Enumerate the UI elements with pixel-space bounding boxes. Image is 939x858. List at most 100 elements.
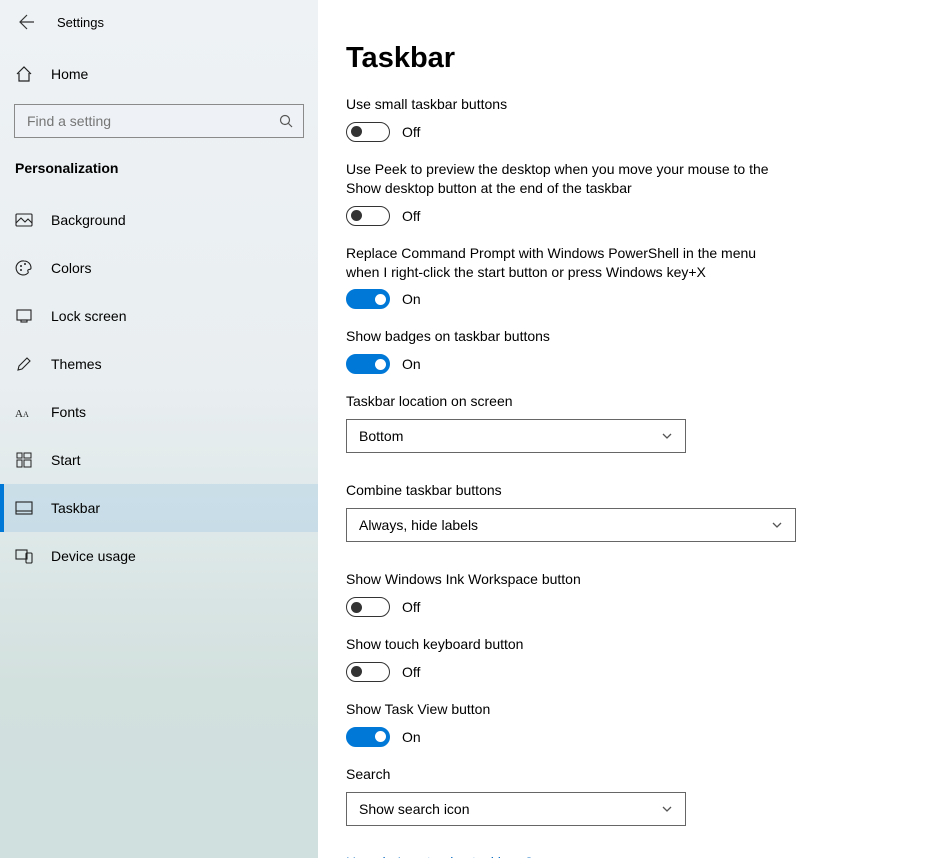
sidebar-item-background[interactable]: Background	[0, 196, 318, 244]
search-input[interactable]	[14, 104, 304, 138]
dropdown-value: Show search icon	[359, 801, 470, 817]
help-link[interactable]: How do I customize taskbars?	[346, 854, 911, 858]
sidebar-item-device-usage[interactable]: Device usage	[0, 532, 318, 580]
chevron-down-icon	[661, 430, 673, 442]
search-icon	[279, 114, 293, 128]
start-grid-icon	[15, 451, 33, 469]
combine-dropdown[interactable]: Always, hide labels	[346, 508, 796, 542]
sidebar-item-label: Colors	[51, 260, 91, 276]
section-title: Personalization	[0, 160, 318, 176]
search-container	[0, 104, 318, 138]
sidebar-item-themes[interactable]: Themes	[0, 340, 318, 388]
sidebar-item-label: Start	[51, 452, 81, 468]
sidebar-item-taskbar[interactable]: Taskbar	[0, 484, 318, 532]
toggle-knob	[351, 210, 362, 221]
settings-list: Use small taskbar buttons Off Use Peek to …	[346, 95, 911, 826]
sidebar-item-label: Lock screen	[51, 308, 126, 324]
sidebar-item-start[interactable]: Start	[0, 436, 318, 484]
setting-location: Taskbar location on screen Bottom	[346, 392, 911, 453]
setting-search: Search Show search icon	[346, 765, 911, 826]
ink-workspace-toggle[interactable]	[346, 597, 390, 617]
svg-text:A: A	[23, 410, 29, 419]
setting-label: Show Task View button	[346, 700, 776, 719]
toggle-row: Off	[346, 662, 911, 682]
main-content: Taskbar Use small taskbar buttonsOffUse …	[318, 0, 939, 858]
badges-toggle[interactable]	[346, 354, 390, 374]
toggle-knob	[351, 602, 362, 613]
task-view-toggle[interactable]	[346, 727, 390, 747]
chevron-down-icon	[661, 803, 673, 815]
touch-keyboard-toggle[interactable]	[346, 662, 390, 682]
nav-home[interactable]: Home	[0, 50, 318, 98]
setting-label: Taskbar location on screen	[346, 392, 776, 411]
page-title: Taskbar	[346, 42, 911, 75]
location-dropdown[interactable]: Bottom	[346, 419, 686, 453]
sidebar-item-lock-screen[interactable]: Lock screen	[0, 292, 318, 340]
setting-combine: Combine taskbar buttons Always, hide labe…	[346, 481, 911, 542]
pencil-icon	[15, 355, 33, 373]
peek-desktop-toggle[interactable]	[346, 206, 390, 226]
setting-peek-desktop: Use Peek to preview the desktop when you…	[346, 160, 911, 226]
fonts-icon: AA	[15, 403, 33, 421]
dropdown-value: Bottom	[359, 428, 403, 444]
sidebar: Settings Home Personalization Background…	[0, 0, 318, 858]
sidebar-item-label: Device usage	[51, 548, 136, 564]
back-arrow-icon	[19, 14, 35, 30]
toggle-state-text: On	[402, 356, 421, 372]
toggle-row: Off	[346, 122, 911, 142]
toggle-knob	[351, 666, 362, 677]
image-icon	[15, 211, 33, 229]
small-buttons-toggle[interactable]	[346, 122, 390, 142]
dropdown-value: Always, hide labels	[359, 517, 478, 533]
sidebar-item-colors[interactable]: Colors	[0, 244, 318, 292]
toggle-knob	[375, 731, 386, 742]
search-dropdown[interactable]: Show search icon	[346, 792, 686, 826]
svg-text:A: A	[15, 408, 23, 420]
toggle-row: Off	[346, 597, 911, 617]
nav-home-label: Home	[51, 66, 88, 82]
setting-label: Show touch keyboard button	[346, 635, 776, 654]
setting-label: Replace Command Prompt with Windows Powe…	[346, 244, 776, 282]
toggle-row: On	[346, 289, 911, 309]
home-icon	[15, 65, 33, 83]
palette-icon	[15, 259, 33, 277]
toggle-state-text: Off	[402, 599, 420, 615]
toggle-row: On	[346, 354, 911, 374]
taskbar-icon	[15, 499, 33, 517]
toggle-row: On	[346, 727, 911, 747]
back-button[interactable]	[15, 10, 39, 34]
device-usage-icon	[15, 547, 33, 565]
toggle-state-text: On	[402, 291, 421, 307]
lock-screen-icon	[15, 307, 33, 325]
toggle-row: Off	[346, 206, 911, 226]
setting-small-buttons: Use small taskbar buttons Off	[346, 95, 911, 142]
search-field[interactable]	[25, 112, 265, 130]
sidebar-item-label: Background	[51, 212, 126, 228]
powershell-toggle[interactable]	[346, 289, 390, 309]
setting-ink-workspace: Show Windows Ink Workspace button Off	[346, 570, 911, 617]
setting-label: Combine taskbar buttons	[346, 481, 776, 500]
toggle-state-text: Off	[402, 208, 420, 224]
setting-touch-keyboard: Show touch keyboard button Off	[346, 635, 911, 682]
sidebar-item-label: Taskbar	[51, 500, 100, 516]
setting-label: Search	[346, 765, 776, 784]
setting-label: Show Windows Ink Workspace button	[346, 570, 776, 589]
toggle-knob	[375, 294, 386, 305]
nav-list: Background Colors Lock screen Themes AA …	[0, 196, 318, 580]
toggle-state-text: On	[402, 729, 421, 745]
toggle-knob	[375, 359, 386, 370]
toggle-knob	[351, 126, 362, 137]
toggle-state-text: Off	[402, 124, 420, 140]
setting-label: Show badges on taskbar buttons	[346, 327, 776, 346]
title-bar: Settings	[0, 0, 318, 44]
app-title: Settings	[57, 15, 104, 30]
setting-label: Use Peek to preview the desktop when you…	[346, 160, 776, 198]
sidebar-item-label: Themes	[51, 356, 102, 372]
setting-label: Use small taskbar buttons	[346, 95, 776, 114]
setting-badges: Show badges on taskbar buttons On	[346, 327, 911, 374]
toggle-state-text: Off	[402, 664, 420, 680]
chevron-down-icon	[771, 519, 783, 531]
sidebar-item-fonts[interactable]: AA Fonts	[0, 388, 318, 436]
sidebar-item-label: Fonts	[51, 404, 86, 420]
setting-powershell: Replace Command Prompt with Windows Powe…	[346, 244, 911, 310]
